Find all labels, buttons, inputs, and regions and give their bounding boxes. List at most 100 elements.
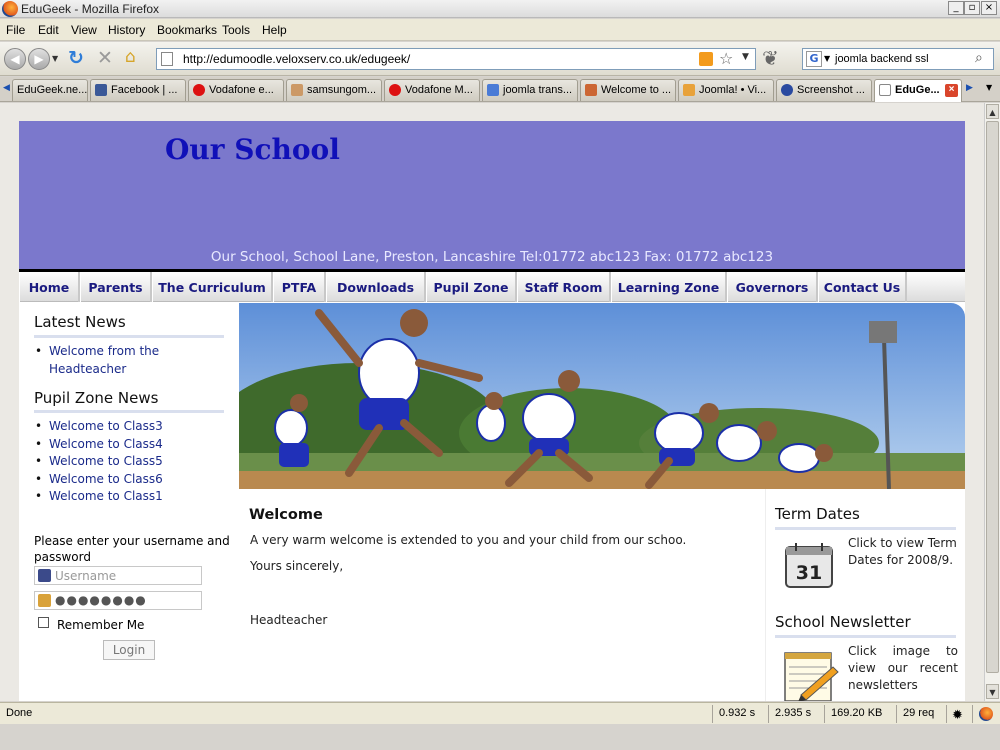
rss-feed-icon[interactable] bbox=[699, 52, 713, 66]
menu-help[interactable]: Help bbox=[262, 23, 287, 37]
children-running-photo bbox=[239, 303, 965, 489]
home-icon[interactable]: ⌂ bbox=[125, 47, 136, 67]
load-time-1: 0.932 s bbox=[712, 705, 768, 723]
main-content: Welcome A very warm welcome is extended … bbox=[239, 489, 765, 701]
menu-edit[interactable]: Edit bbox=[38, 23, 59, 37]
url-text: http://edumoodle.veloxserv.co.uk/edugeek… bbox=[183, 52, 411, 66]
tab-label: Welcome to ... bbox=[601, 84, 672, 96]
tab-label: Facebook | ... bbox=[111, 84, 178, 96]
scroll-tabs-right-icon[interactable]: ▶ bbox=[966, 83, 973, 93]
nav-home[interactable]: Home bbox=[19, 272, 80, 302]
addon-bird-icon[interactable]: ❦ bbox=[762, 46, 779, 70]
reload-icon[interactable]: ↻ bbox=[68, 47, 84, 69]
nav-staff-room[interactable]: Staff Room bbox=[517, 272, 611, 302]
scroll-up-icon[interactable]: ▲ bbox=[986, 104, 999, 119]
news-link-class5[interactable]: Welcome to Class5 bbox=[49, 454, 163, 468]
list-item[interactable]: Welcome to Class5 bbox=[35, 453, 163, 471]
tab-screenshot[interactable]: Screenshot ... bbox=[776, 79, 872, 101]
password-mask: ●●●●●●●● bbox=[55, 593, 147, 607]
back-icon[interactable]: ◀ bbox=[4, 48, 26, 70]
search-engine-dropdown-icon[interactable]: ▼ bbox=[824, 54, 830, 63]
nav-contact-us[interactable]: Contact Us bbox=[818, 272, 907, 302]
scroll-down-icon[interactable]: ▼ bbox=[986, 684, 999, 699]
nav-parents[interactable]: Parents bbox=[80, 272, 152, 302]
tab-vodafone-2[interactable]: Vodafone M... bbox=[384, 79, 480, 101]
menu-history[interactable]: History bbox=[108, 23, 145, 37]
login-button[interactable]: Login bbox=[103, 640, 155, 660]
module-divider bbox=[775, 635, 956, 638]
joomla-icon bbox=[683, 84, 695, 96]
password-field[interactable]: ●●●●●●●● bbox=[34, 591, 202, 610]
tab-edugeek-active[interactable]: EduGe... × bbox=[874, 79, 962, 102]
nav-curriculum[interactable]: The Curriculum bbox=[152, 272, 273, 302]
close-window-button[interactable]: × bbox=[981, 1, 997, 15]
latest-news-title: Latest News bbox=[34, 313, 126, 331]
calendar-icon[interactable]: 31 bbox=[784, 541, 836, 589]
nav-ptfa[interactable]: PTFA bbox=[273, 272, 326, 302]
all-tabs-dropdown-icon[interactable]: ▼ bbox=[986, 83, 992, 92]
forward-icon[interactable]: ▶ bbox=[28, 48, 50, 70]
tab-vodafone-1[interactable]: Vodafone e... bbox=[188, 79, 284, 101]
menu-view[interactable]: View bbox=[71, 23, 97, 37]
list-item[interactable]: Welcome to Class3 bbox=[35, 418, 163, 436]
menu-file[interactable]: File bbox=[6, 23, 25, 37]
search-box[interactable]: G ▼ joomla backend ssl ⌕ bbox=[802, 48, 994, 70]
nav-learning-zone[interactable]: Learning Zone bbox=[611, 272, 727, 302]
tab-label: EduGeek.ne... bbox=[17, 84, 88, 96]
tab-facebook[interactable]: Facebook | ... bbox=[90, 79, 186, 101]
notepad-pencil-icon[interactable] bbox=[781, 647, 839, 701]
term-dates-link[interactable]: Click to view Term Dates for 2008/9. bbox=[848, 535, 960, 569]
minimize-button[interactable]: _ bbox=[948, 1, 964, 15]
list-item[interactable]: Welcome from the Headteacher bbox=[35, 343, 165, 378]
news-link-class1[interactable]: Welcome to Class1 bbox=[49, 489, 163, 503]
news-link-class4[interactable]: Welcome to Class4 bbox=[49, 437, 163, 451]
pupil-zone-news-title: Pupil Zone News bbox=[34, 389, 159, 407]
nav-pupil-zone[interactable]: Pupil Zone bbox=[426, 272, 517, 302]
site-header: Our School Our School, School Lane, Pres… bbox=[19, 121, 965, 269]
news-link-headteacher[interactable]: Welcome from the Headteacher bbox=[49, 344, 159, 376]
google-icon[interactable]: G bbox=[806, 51, 822, 67]
window-title: EduGeek - Mozilla Firefox bbox=[21, 2, 160, 16]
pupil-zone-news-list: Welcome to Class3 Welcome to Class4 Welc… bbox=[35, 418, 163, 506]
tab-joomla-trans[interactable]: joomla trans... bbox=[482, 79, 578, 101]
tab-welcome[interactable]: Welcome to ... bbox=[580, 79, 676, 101]
firebug-icon[interactable]: ✹ bbox=[946, 705, 972, 723]
user-icon bbox=[38, 569, 51, 582]
school-website: Our School Our School, School Lane, Pres… bbox=[19, 121, 965, 701]
list-item[interactable]: Welcome to Class1 bbox=[35, 488, 163, 506]
tab-samsung[interactable]: samsungom... bbox=[286, 79, 382, 101]
firefox-status-icon[interactable] bbox=[972, 705, 1000, 723]
tab-joomla-forum[interactable]: Joomla! • Vi... bbox=[678, 79, 774, 101]
newsletter-link[interactable]: Click image to view our recent newslette… bbox=[848, 643, 958, 694]
status-bar: Done 0.932 s 2.935 s 169.20 KB 29 req ✹ bbox=[0, 702, 1000, 724]
menu-tools[interactable]: Tools bbox=[222, 23, 250, 37]
banner-photo bbox=[239, 303, 965, 489]
stop-icon[interactable]: ✕ bbox=[97, 47, 113, 69]
nav-governors[interactable]: Governors bbox=[727, 272, 818, 302]
module-divider bbox=[34, 335, 224, 338]
list-item[interactable]: Welcome to Class4 bbox=[35, 436, 163, 454]
maximize-button[interactable]: ▫ bbox=[964, 1, 980, 15]
username-field[interactable]: Username bbox=[34, 566, 202, 585]
url-dropdown-icon[interactable]: ▼ bbox=[742, 52, 749, 62]
close-tab-icon[interactable]: × bbox=[945, 84, 958, 97]
google-icon bbox=[487, 84, 499, 96]
tab-edugeek[interactable]: EduGeek.ne... bbox=[12, 79, 88, 101]
key-icon bbox=[38, 594, 51, 607]
page-scrollbar[interactable]: ▲ ▼ bbox=[984, 103, 1000, 701]
list-item[interactable]: Welcome to Class6 bbox=[35, 471, 163, 489]
menu-bookmarks[interactable]: Bookmarks bbox=[157, 23, 217, 37]
scroll-tabs-left-icon[interactable]: ◀ bbox=[3, 83, 10, 93]
nav-downloads[interactable]: Downloads bbox=[326, 272, 426, 302]
scrollbar-thumb[interactable] bbox=[986, 121, 999, 673]
bookmark-star-icon[interactable]: ☆ bbox=[719, 49, 733, 68]
url-bar[interactable]: http://edumoodle.veloxserv.co.uk/edugeek… bbox=[156, 48, 756, 70]
calendar-day: 31 bbox=[796, 562, 822, 584]
history-dropdown-icon[interactable]: ▼ bbox=[52, 54, 58, 63]
news-link-class6[interactable]: Welcome to Class6 bbox=[49, 472, 163, 486]
remember-me-checkbox[interactable] bbox=[38, 617, 49, 628]
screenshot-icon bbox=[781, 84, 793, 96]
search-icon[interactable]: ⌕ bbox=[975, 50, 983, 66]
sincerely-text: Yours sincerely, bbox=[250, 559, 344, 573]
news-link-class3[interactable]: Welcome to Class3 bbox=[49, 419, 163, 433]
